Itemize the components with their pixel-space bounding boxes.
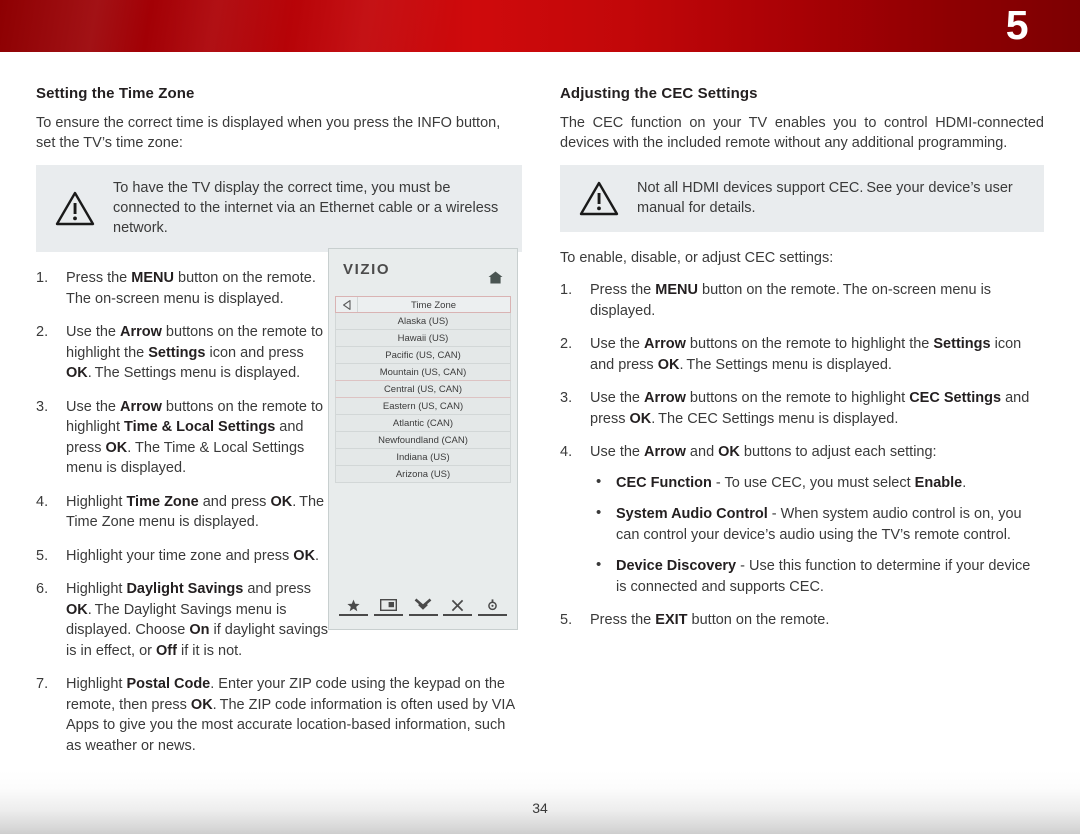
tv-menu-item[interactable]: Newfoundland (CAN) bbox=[335, 432, 511, 449]
step-item: 2. Use the Arrow buttons on the remote to… bbox=[36, 322, 328, 384]
tv-menu-item[interactable]: Arizona (US) bbox=[335, 466, 511, 483]
step-item: 5. Highlight your time zone and press OK. bbox=[36, 546, 328, 567]
sub-step-item: • System Audio Control - When system audi… bbox=[590, 504, 1044, 545]
tv-menu-selected-label: Time Zone bbox=[410, 300, 457, 311]
step-text: Highlight your time zone and press OK. bbox=[66, 547, 320, 564]
step-number: 2. bbox=[36, 324, 49, 340]
back-arrow-icon[interactable] bbox=[336, 297, 358, 312]
tv-menu-item[interactable]: Atlantic (CAN) bbox=[335, 415, 511, 432]
picture-in-picture-icon bbox=[379, 598, 397, 612]
close-x-icon-button[interactable] bbox=[443, 598, 473, 616]
tv-onscreen-menu-graphic: VIZIO Time Zone Alaska (US) Hawaii (US) Pac… bbox=[328, 248, 518, 630]
step-number: 5. bbox=[560, 612, 573, 628]
tv-menu-item[interactable]: Hawaii (US) bbox=[335, 330, 511, 347]
bullet-icon: • bbox=[596, 556, 602, 573]
step-item: 3. Use the Arrow buttons on the remote to… bbox=[36, 397, 328, 479]
right-section-title: Adjusting the CEC Settings bbox=[560, 85, 758, 102]
step-text: Press the MENU button on the remote. The… bbox=[590, 282, 992, 319]
icon-underline bbox=[443, 614, 473, 616]
warning-triangle-icon bbox=[54, 189, 96, 227]
step-text: Press the MENU button on the remote. The… bbox=[66, 270, 319, 307]
tv-menu-selected-row[interactable]: Time Zone bbox=[335, 296, 511, 313]
tv-menu-item[interactable]: Eastern (US, CAN) bbox=[335, 398, 511, 415]
step-text: Highlight Time Zone and press OK. The Ti… bbox=[66, 493, 325, 531]
icon-underline bbox=[408, 614, 438, 616]
page-content: Setting the Time Zone To ensure the corr… bbox=[0, 52, 1080, 787]
step-text: Use the Arrow and OK buttons to adjust e… bbox=[590, 444, 937, 460]
right-note-box: Not all HDMI devices support CEC. See yo… bbox=[560, 165, 1044, 232]
step-item: 1. Press the MENU button on the remote. T… bbox=[560, 280, 1044, 321]
gear-icon bbox=[486, 598, 499, 612]
icon-underline bbox=[373, 614, 403, 616]
warning-triangle-icon bbox=[578, 179, 620, 217]
gear-icon-button[interactable] bbox=[478, 598, 507, 616]
double-chevron-down-icon-button[interactable] bbox=[408, 598, 438, 616]
double-chevron-down-icon bbox=[414, 598, 432, 612]
step-number: 6. bbox=[36, 581, 49, 597]
step-item: 3. Use the Arrow buttons on the remote to… bbox=[560, 388, 1044, 429]
tv-menu-item[interactable]: Alaska (US) bbox=[335, 313, 511, 330]
step-item: 4. Use the Arrow and OK buttons to adjust… bbox=[560, 442, 1044, 597]
star-icon-button[interactable] bbox=[339, 598, 368, 616]
tv-menu-item[interactable]: Indiana (US) bbox=[335, 449, 511, 466]
vizio-logo: VIZIO bbox=[343, 261, 391, 278]
right-note-text: Not all HDMI devices support CEC. See yo… bbox=[637, 180, 1013, 216]
step-text: Use the Arrow buttons on the remote to h… bbox=[66, 324, 324, 381]
step-number: 4. bbox=[36, 493, 49, 510]
tv-menu-icon-bar bbox=[339, 598, 507, 616]
step-text: Highlight Postal Code. Enter your ZIP co… bbox=[66, 676, 515, 754]
icon-underline bbox=[478, 614, 507, 616]
right-lead-in-paragraph: To enable, disable, or adjust CEC settin… bbox=[560, 250, 834, 266]
step-number: 5. bbox=[36, 547, 49, 564]
step-item: 1. Press the MENU button on the remote. T… bbox=[36, 268, 328, 309]
sub-step-text: Device Discovery - Use this function to … bbox=[616, 558, 1031, 595]
step-number: 7. bbox=[36, 676, 49, 692]
tv-menu-item[interactable]: Central (US, CAN) bbox=[335, 381, 511, 398]
step-text: Press the EXIT button on the remote. bbox=[590, 612, 830, 628]
left-intro-paragraph: To ensure the correct time is displayed … bbox=[36, 115, 501, 151]
sub-step-item: • CEC Function - To use CEC, you must sel… bbox=[590, 473, 1044, 494]
step-text: Use the Arrow buttons on the remote to h… bbox=[590, 336, 1022, 373]
step-number: 1. bbox=[36, 270, 49, 286]
step-number: 2. bbox=[560, 336, 573, 352]
bullet-icon: • bbox=[596, 472, 602, 490]
step-number: 4. bbox=[560, 444, 573, 460]
step-text: Use the Arrow buttons on the remote to h… bbox=[66, 398, 324, 477]
step-item: 7. Highlight Postal Code. Enter your ZIP … bbox=[36, 674, 522, 756]
chapter-number: 5 bbox=[1005, 2, 1029, 48]
picture-in-picture-icon-button[interactable] bbox=[373, 598, 403, 616]
step-text: Highlight Daylight Savings and press OK.… bbox=[66, 581, 328, 659]
right-steps-list: 1. Press the MENU button on the remote. T… bbox=[560, 280, 1044, 631]
bullet-icon: • bbox=[596, 504, 602, 521]
tv-menu-item[interactable]: Mountain (US, CAN) bbox=[335, 364, 511, 381]
icon-underline bbox=[339, 614, 368, 616]
close-x-icon bbox=[451, 598, 464, 612]
star-icon bbox=[347, 598, 360, 612]
step-text: Use the Arrow buttons on the remote to h… bbox=[590, 390, 1030, 427]
chapter-header-band: 5 bbox=[0, 0, 1080, 52]
sub-step-list: • CEC Function - To use CEC, you must sel… bbox=[590, 473, 1044, 598]
tv-menu-list: Time Zone Alaska (US) Hawaii (US) Pacific (… bbox=[335, 296, 511, 483]
step-item: 6. Highlight Daylight Savings and press O… bbox=[36, 579, 328, 661]
home-icon[interactable] bbox=[488, 271, 503, 284]
right-column: Adjusting the CEC Settings The CEC funct… bbox=[560, 85, 1044, 644]
step-number: 3. bbox=[36, 398, 49, 415]
left-steps-list: 1. Press the MENU button on the remote. T… bbox=[36, 268, 328, 661]
step-item: 2. Use the Arrow buttons on the remote to… bbox=[560, 334, 1044, 375]
step-number: 1. bbox=[560, 282, 573, 298]
left-note-box: To have the TV display the correct time,… bbox=[36, 165, 522, 252]
step-item: 5. Press the EXIT button on the remote. bbox=[560, 610, 1044, 631]
step-number: 3. bbox=[560, 390, 573, 406]
left-note-text: To have the TV display the correct time,… bbox=[113, 180, 499, 236]
left-section-title: Setting the Time Zone bbox=[36, 85, 195, 102]
page-number: 34 bbox=[532, 800, 548, 816]
sub-step-text: System Audio Control - When system audio… bbox=[616, 506, 1022, 543]
step-item: 4. Highlight Time Zone and press OK. The … bbox=[36, 492, 328, 533]
right-intro-paragraph: The CEC function on your TV enables you … bbox=[560, 115, 1044, 151]
tv-menu-item[interactable]: Pacific (US, CAN) bbox=[335, 347, 511, 364]
sub-step-item: • Device Discovery - Use this function to… bbox=[590, 556, 1044, 597]
sub-step-text: CEC Function - To use CEC, you must sele… bbox=[616, 474, 967, 491]
